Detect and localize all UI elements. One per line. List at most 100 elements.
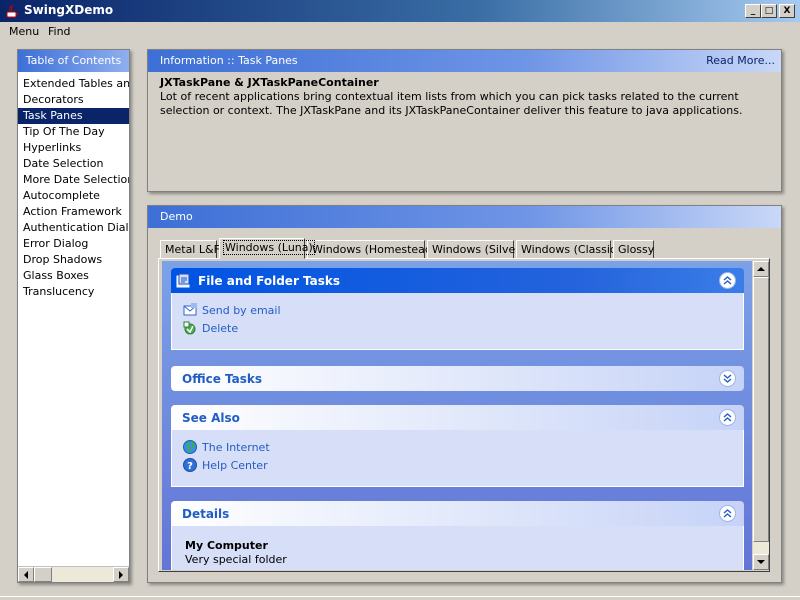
file-folder-tasks-group: File and Folder Tasks Send by email Dele…	[171, 268, 744, 350]
scroll-left-button[interactable]	[18, 567, 34, 582]
tab-metal-lf[interactable]: Metal L&F	[160, 240, 220, 259]
tab-label: Metal L&F	[165, 243, 220, 256]
menu-item-find[interactable]: Find	[48, 25, 71, 38]
globe-icon	[183, 440, 197, 454]
toc-item[interactable]: Authentication Dialogs	[18, 220, 129, 236]
tab-content: File and Folder Tasks Send by email Dele…	[158, 258, 770, 572]
send-by-email-label: Send by email	[202, 303, 281, 317]
send-by-email-task[interactable]: Send by email	[182, 302, 281, 318]
task-pane-container: File and Folder Tasks Send by email Dele…	[162, 261, 752, 570]
info-heading: JXTaskPane & JXTaskPaneContainer	[160, 76, 379, 89]
toc-item[interactable]: Decorators	[18, 92, 129, 108]
info-description: Lot of recent applications bring context…	[160, 90, 743, 117]
scroll-thumb[interactable]	[753, 277, 769, 542]
details-title: Details	[182, 507, 230, 521]
tab-label: Windows (Classic)	[521, 243, 621, 256]
toc-item[interactable]: Hyperlinks	[18, 140, 129, 156]
details-item-subtitle: Very special folder	[185, 553, 287, 566]
email-icon	[183, 303, 197, 316]
minimize-icon: _	[750, 6, 756, 16]
minimize-button[interactable]: _	[745, 4, 761, 18]
arrow-right-icon	[119, 570, 123, 579]
menu-bar: Menu Find	[0, 22, 800, 42]
see-also-title: See Also	[182, 411, 240, 425]
scroll-right-button[interactable]	[113, 567, 129, 582]
toc-item[interactable]: Autocomplete	[18, 188, 129, 204]
toc-item[interactable]: Tip Of The Day	[18, 124, 129, 140]
toc-item[interactable]: Action Framework	[18, 204, 129, 220]
delete-label: Delete	[202, 321, 239, 335]
close-button[interactable]: X	[779, 4, 795, 18]
tab-glossy[interactable]: Glossy	[613, 240, 654, 259]
scroll-down-button[interactable]	[753, 554, 769, 570]
close-icon: X	[783, 6, 791, 16]
chevron-up-icon	[723, 276, 732, 285]
maximize-icon: □	[764, 6, 774, 16]
tab-windows-luna[interactable]: Windows (Luna)	[219, 238, 315, 259]
toc-item[interactable]: More Date Selection	[18, 172, 129, 188]
help-center-label: Help Center	[202, 458, 268, 472]
file-folder-tasks-body: Send by email Delete	[171, 293, 744, 350]
chevron-down-icon	[723, 374, 732, 383]
window-title: SwingXDemo	[24, 3, 114, 17]
help-icon: ?	[183, 458, 197, 472]
the-internet-task[interactable]: The Internet	[182, 439, 270, 455]
menu-item-menu[interactable]: Menu	[9, 25, 39, 38]
delete-icon	[183, 321, 196, 335]
toc-horizontal-scrollbar[interactable]	[18, 566, 129, 582]
toc-item[interactable]: Translucency	[18, 284, 129, 300]
tab-windows-homestead[interactable]: Windows (Homestead)	[307, 240, 436, 259]
scroll-up-button[interactable]	[753, 261, 769, 277]
toc-item[interactable]: Extended Tables and	[18, 76, 129, 92]
delete-task[interactable]: Delete	[182, 320, 238, 336]
details-header[interactable]: Details	[171, 501, 744, 526]
toc-list[interactable]: Extended Tables and Decorators Task Pane…	[18, 76, 129, 300]
see-also-group: See Also The Internet ? Help Center	[171, 405, 744, 487]
information-header: Information :: Task Panes Read More...	[148, 50, 781, 72]
expand-button[interactable]	[719, 370, 736, 387]
toc-item[interactable]: Glass Boxes	[18, 268, 129, 284]
window-frame-bottom	[0, 596, 800, 600]
read-more-link[interactable]: Read More...	[706, 54, 775, 67]
tab-label: Windows (Silver)	[432, 243, 525, 256]
office-tasks-title: Office Tasks	[182, 372, 263, 386]
toc-item[interactable]: Drop Shadows	[18, 252, 129, 268]
help-center-task[interactable]: ? Help Center	[182, 457, 268, 473]
collapse-button[interactable]	[719, 409, 736, 426]
toc-item-selected[interactable]: Task Panes	[18, 108, 129, 124]
demo-title: Demo	[160, 210, 193, 223]
tab-label: Windows (Homestead)	[312, 243, 437, 256]
collapse-button[interactable]	[719, 505, 736, 522]
file-folder-tasks-title: File and Folder Tasks	[198, 274, 341, 288]
toc-item[interactable]: Error Dialog	[18, 236, 129, 252]
window-title-bar[interactable]: SwingXDemo _ □ X	[0, 0, 800, 22]
maximize-button[interactable]: □	[761, 4, 777, 18]
chevron-up-icon	[723, 413, 732, 422]
tab-label: Windows (Luna)	[223, 240, 315, 255]
table-of-contents-panel: Table of Contents Extended Tables and De…	[17, 49, 130, 583]
office-tasks-header[interactable]: Office Tasks	[171, 366, 744, 391]
scroll-thumb[interactable]	[34, 567, 52, 582]
tab-label: Glossy	[618, 243, 655, 256]
arrow-left-icon	[24, 570, 28, 579]
toc-item[interactable]: Date Selection	[18, 156, 129, 172]
task-pane-vertical-scrollbar[interactable]	[753, 261, 769, 570]
svg-text:?: ?	[187, 461, 193, 472]
java-app-icon	[6, 4, 18, 18]
details-group: Details My Computer Very special folder	[171, 501, 744, 570]
arrow-up-icon	[757, 267, 765, 271]
details-item-title: My Computer	[185, 539, 268, 552]
information-title: Information :: Task Panes	[160, 54, 298, 67]
tab-windows-classic[interactable]: Windows (Classic)	[516, 240, 620, 259]
tab-windows-silver[interactable]: Windows (Silver)	[427, 240, 524, 259]
toc-header: Table of Contents	[18, 50, 129, 72]
file-folder-tasks-header[interactable]: File and Folder Tasks	[171, 268, 744, 293]
demo-header: Demo	[148, 206, 781, 228]
the-internet-label: The Internet	[202, 440, 270, 454]
information-panel: Information :: Task Panes Read More... J…	[147, 49, 782, 192]
see-also-body: The Internet ? Help Center	[171, 430, 744, 487]
collapse-button[interactable]	[719, 272, 736, 289]
folder-tasks-icon	[176, 273, 190, 288]
demo-panel: Demo Metal L&F Windows (Luna) Windows (H…	[147, 205, 782, 583]
see-also-header[interactable]: See Also	[171, 405, 744, 430]
